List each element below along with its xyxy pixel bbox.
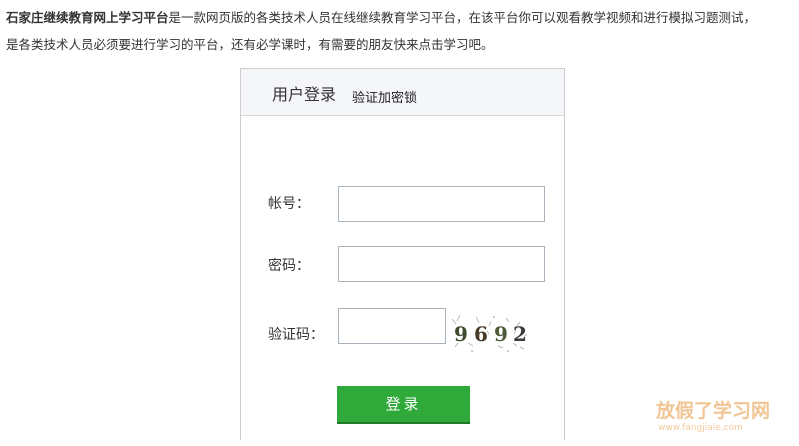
site-watermark: 放假了学习网 [656, 400, 771, 422]
captcha-label: 验证码： [268, 327, 324, 343]
verify-lock-link[interactable]: 验证加密锁 [352, 87, 417, 106]
login-button[interactable]: 登录 [337, 386, 470, 424]
login-header: 用户登录 验证加密锁 [241, 69, 564, 116]
platform-name: 石家庄继续教育网上学习平台 [6, 10, 169, 25]
account-input[interactable] [338, 186, 545, 222]
login-panel: 用户登录 验证加密锁 帐号： 密码： 验证码： 9 6 9 2 登录 [240, 68, 565, 440]
intro-paragraph: 石家庄继续教育网上学习平台是一款网页版的各类技术人员在线继续教育学习平台，在该平… [6, 4, 796, 58]
login-title: 用户登录 [272, 85, 337, 104]
captcha-digit-4: 2 [513, 322, 527, 346]
captcha-input[interactable] [338, 308, 446, 344]
password-input[interactable] [338, 246, 545, 282]
intro-line2-text: 是各类技术人员必须要进行学习的平台，还有必学课时，有需要的朋友快来点击学习吧。 [6, 37, 494, 52]
captcha-digit-2: 6 [474, 322, 488, 346]
account-label: 帐号： [268, 196, 310, 212]
site-watermark-url: www.fangjiale.com [658, 423, 743, 433]
password-label: 密码： [268, 258, 310, 274]
intro-line1-text: 是一款网页版的各类技术人员在线继续教育学习平台，在该平台你可以观看教学视频和进行… [168, 10, 757, 25]
captcha-image[interactable]: 9 6 9 2 [450, 313, 530, 355]
captcha-digit-3: 9 [494, 322, 508, 346]
captcha-digit-1: 9 [454, 322, 468, 346]
